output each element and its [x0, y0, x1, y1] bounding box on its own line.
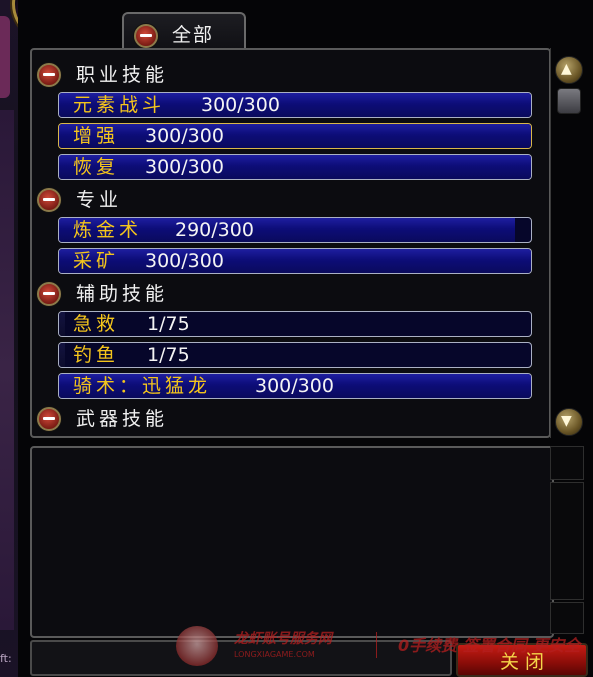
- scroll-thumb[interactable]: [557, 88, 581, 114]
- skill-row[interactable]: 恢复 300/300: [58, 154, 532, 180]
- skill-value: 300/300: [201, 94, 280, 116]
- watermark: 龙虾账号服务网 LONGXIAGAME.COM 0手续费 签署合同 更安全: [176, 626, 593, 666]
- skill-name: 急救: [73, 313, 120, 335]
- skill-row[interactable]: 元素战斗 300/300: [58, 92, 532, 118]
- watermark-title: 龙虾账号服务网: [234, 631, 332, 647]
- left-edge-accent: [0, 16, 10, 98]
- skill-row[interactable]: 骑术：迅猛龙 300/300: [58, 373, 532, 399]
- skill-value: 290/300: [175, 219, 254, 241]
- skill-progress-fill: [59, 312, 66, 336]
- collapse-minus-icon[interactable]: [37, 63, 61, 87]
- left-edge-bar: [0, 110, 14, 630]
- skill-progress-fill: [59, 343, 66, 367]
- watermark-divider: [376, 632, 377, 658]
- collapse-minus-icon[interactable]: [37, 188, 61, 212]
- category-class-skills[interactable]: 职业技能: [76, 60, 168, 87]
- minus-icon[interactable]: [134, 24, 158, 48]
- scroll-up-glyph: ▲: [561, 61, 572, 77]
- scroll-down-icon[interactable]: ▼: [555, 408, 583, 436]
- tab-all-label: 全部: [172, 24, 215, 46]
- category-professions[interactable]: 专业: [76, 185, 122, 212]
- watermark-slogan: 0手续费 签署合同 更安全: [398, 636, 581, 655]
- scroll-up-icon[interactable]: ▲: [555, 56, 583, 84]
- skill-progress-fill: [59, 155, 531, 179]
- watermark-logo-icon: [176, 626, 218, 666]
- skill-value: 300/300: [145, 250, 224, 272]
- category-weapon-skills[interactable]: 武器技能: [76, 404, 168, 431]
- skill-row[interactable]: 采矿 300/300: [58, 248, 532, 274]
- watermark-url: LONGXIAGAME.COM: [234, 650, 315, 659]
- collapse-minus-icon[interactable]: [37, 407, 61, 431]
- skill-value: 300/300: [145, 156, 224, 178]
- left-edge-panel: ft:: [0, 0, 19, 677]
- skill-name: 炼金术: [73, 219, 143, 241]
- category-secondary-skills[interactable]: 辅助技能: [76, 279, 168, 306]
- skill-row[interactable]: 钓鱼 1/75: [58, 342, 532, 368]
- description-scroll-up[interactable]: [550, 446, 584, 480]
- skill-value: 300/300: [255, 375, 334, 397]
- skill-row[interactable]: 急救 1/75: [58, 311, 532, 337]
- skill-value: 300/300: [145, 125, 224, 147]
- description-scroll-track[interactable]: [550, 482, 584, 600]
- skill-value: 1/75: [147, 344, 190, 366]
- skill-row-selected[interactable]: 增强 300/300: [58, 123, 532, 149]
- skill-name: 元素战斗: [73, 94, 166, 116]
- skill-progress-fill: [59, 124, 531, 148]
- skill-name: 钓鱼: [73, 344, 120, 366]
- skill-list-scrollbar[interactable]: ▲ ▼: [550, 48, 585, 438]
- skill-name: 恢复: [73, 156, 120, 178]
- collapse-minus-icon[interactable]: [37, 282, 61, 306]
- skill-value: 1/75: [147, 313, 190, 335]
- left-edge-text: ft:: [0, 652, 12, 665]
- skill-row[interactable]: 炼金术 290/300: [58, 217, 532, 243]
- skill-progress-fill: [59, 249, 531, 273]
- skill-description-panel: [30, 446, 554, 638]
- skill-name: 骑术：迅猛龙: [73, 375, 212, 397]
- skill-name: 增强: [73, 125, 120, 147]
- skill-name: 采矿: [73, 250, 120, 272]
- description-scrollbar[interactable]: [548, 446, 586, 634]
- scroll-down-glyph: ▼: [561, 413, 572, 429]
